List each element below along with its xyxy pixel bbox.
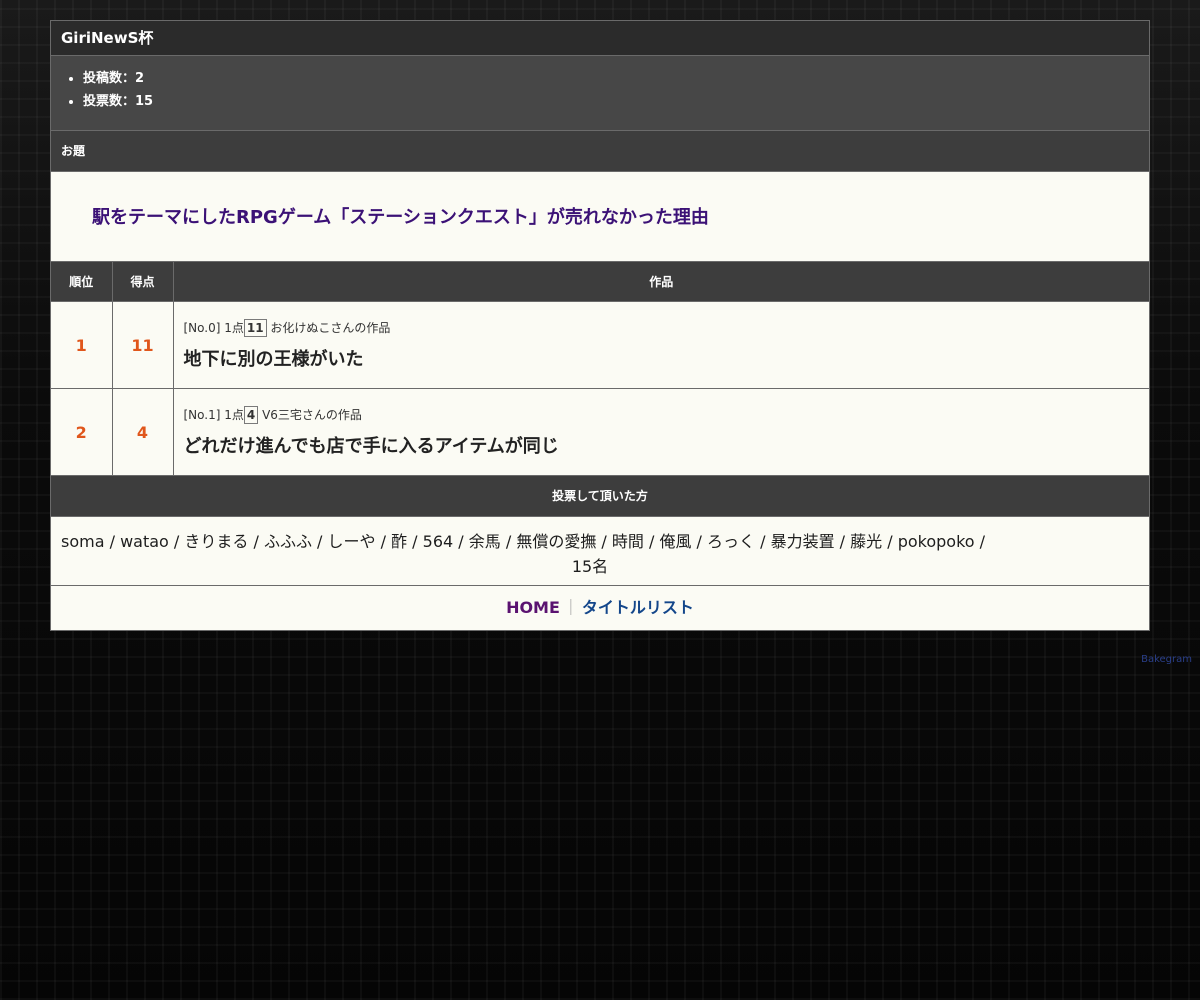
- stat-posts: 投稿数：2: [83, 67, 1139, 90]
- work-cell: [No.0] 1点 11 お化けぬこさんの作品 地下に別の王様がいた: [173, 301, 1150, 389]
- voters-section: soma / watao / きりまる / ふふふ / しーや / 酢 / 56…: [51, 517, 1149, 586]
- results-table: 順位 得点 作品 1 11 [No.0] 1点 11 お化けぬこさんの作品 地下に…: [51, 262, 1149, 476]
- score-cell: 11: [112, 301, 174, 389]
- rank-cell: 2: [51, 388, 113, 476]
- nav-separator: ｜: [562, 598, 579, 617]
- home-link[interactable]: HOME: [506, 598, 560, 617]
- results-header-row: 順位 得点 作品: [51, 262, 1149, 302]
- work-title: 地下に別の王様がいた: [183, 349, 364, 370]
- work-meta: [No.1] 1点 4 V6三宅さんの作品: [184, 406, 1150, 424]
- odai-heading: お題: [51, 131, 1149, 172]
- score-column-header: 得点: [112, 262, 174, 302]
- work-author: V6三宅さんの作品: [262, 408, 362, 422]
- footer-nav: HOME ｜タイトルリスト: [51, 586, 1149, 630]
- title-list-link[interactable]: タイトルリスト: [582, 598, 694, 617]
- rank-cell: 1: [51, 301, 113, 389]
- work-author: お化けぬこさんの作品: [270, 321, 391, 335]
- table-row: 2 4 [No.1] 1点 4 V6三宅さんの作品 どれだけ進んでも店で手に入るア…: [51, 388, 1150, 476]
- work-points-box: 4: [243, 406, 259, 424]
- contest-stats: 投稿数：2 投票数：15: [51, 56, 1149, 131]
- table-row: 1 11 [No.0] 1点 11 お化けぬこさんの作品 地下に別の王様がいた: [51, 301, 1150, 389]
- contest-title: GiriNewS杯: [51, 21, 1149, 56]
- voters-heading: 投票して頂いた方: [51, 476, 1149, 517]
- work-meta: [No.0] 1点 11 お化けぬこさんの作品: [184, 319, 1150, 337]
- work-column-header: 作品: [173, 262, 1149, 302]
- rank-column-header: 順位: [51, 262, 113, 302]
- work-title: どれだけ進んでも店で手に入るアイテムが同じ: [183, 436, 559, 457]
- work-number: [No.0] 1点: [183, 321, 244, 335]
- work-points-box: 11: [243, 319, 267, 337]
- work-number: [No.1] 1点: [183, 408, 244, 422]
- contest-panel: GiriNewS杯 投稿数：2 投票数：15 お題 駅をテーマにしたRPGゲーム…: [50, 20, 1150, 631]
- score-cell: 4: [112, 388, 174, 476]
- work-cell: [No.1] 1点 4 V6三宅さんの作品 どれだけ進んでも店で手に入るアイテムが…: [173, 388, 1150, 476]
- stats-list: 投稿数：2 投票数：15: [61, 67, 1139, 113]
- credit-link[interactable]: Bakegram: [1141, 654, 1192, 665]
- voter-count: 15名: [571, 557, 609, 576]
- odai-text: 駅をテーマにしたRPGゲーム「ステーションクエスト」が売れなかった理由: [51, 172, 1149, 262]
- voters-list: soma / watao / きりまる / ふふふ / しーや / 酢 / 56…: [61, 532, 986, 551]
- stat-votes: 投票数：15: [83, 90, 1139, 113]
